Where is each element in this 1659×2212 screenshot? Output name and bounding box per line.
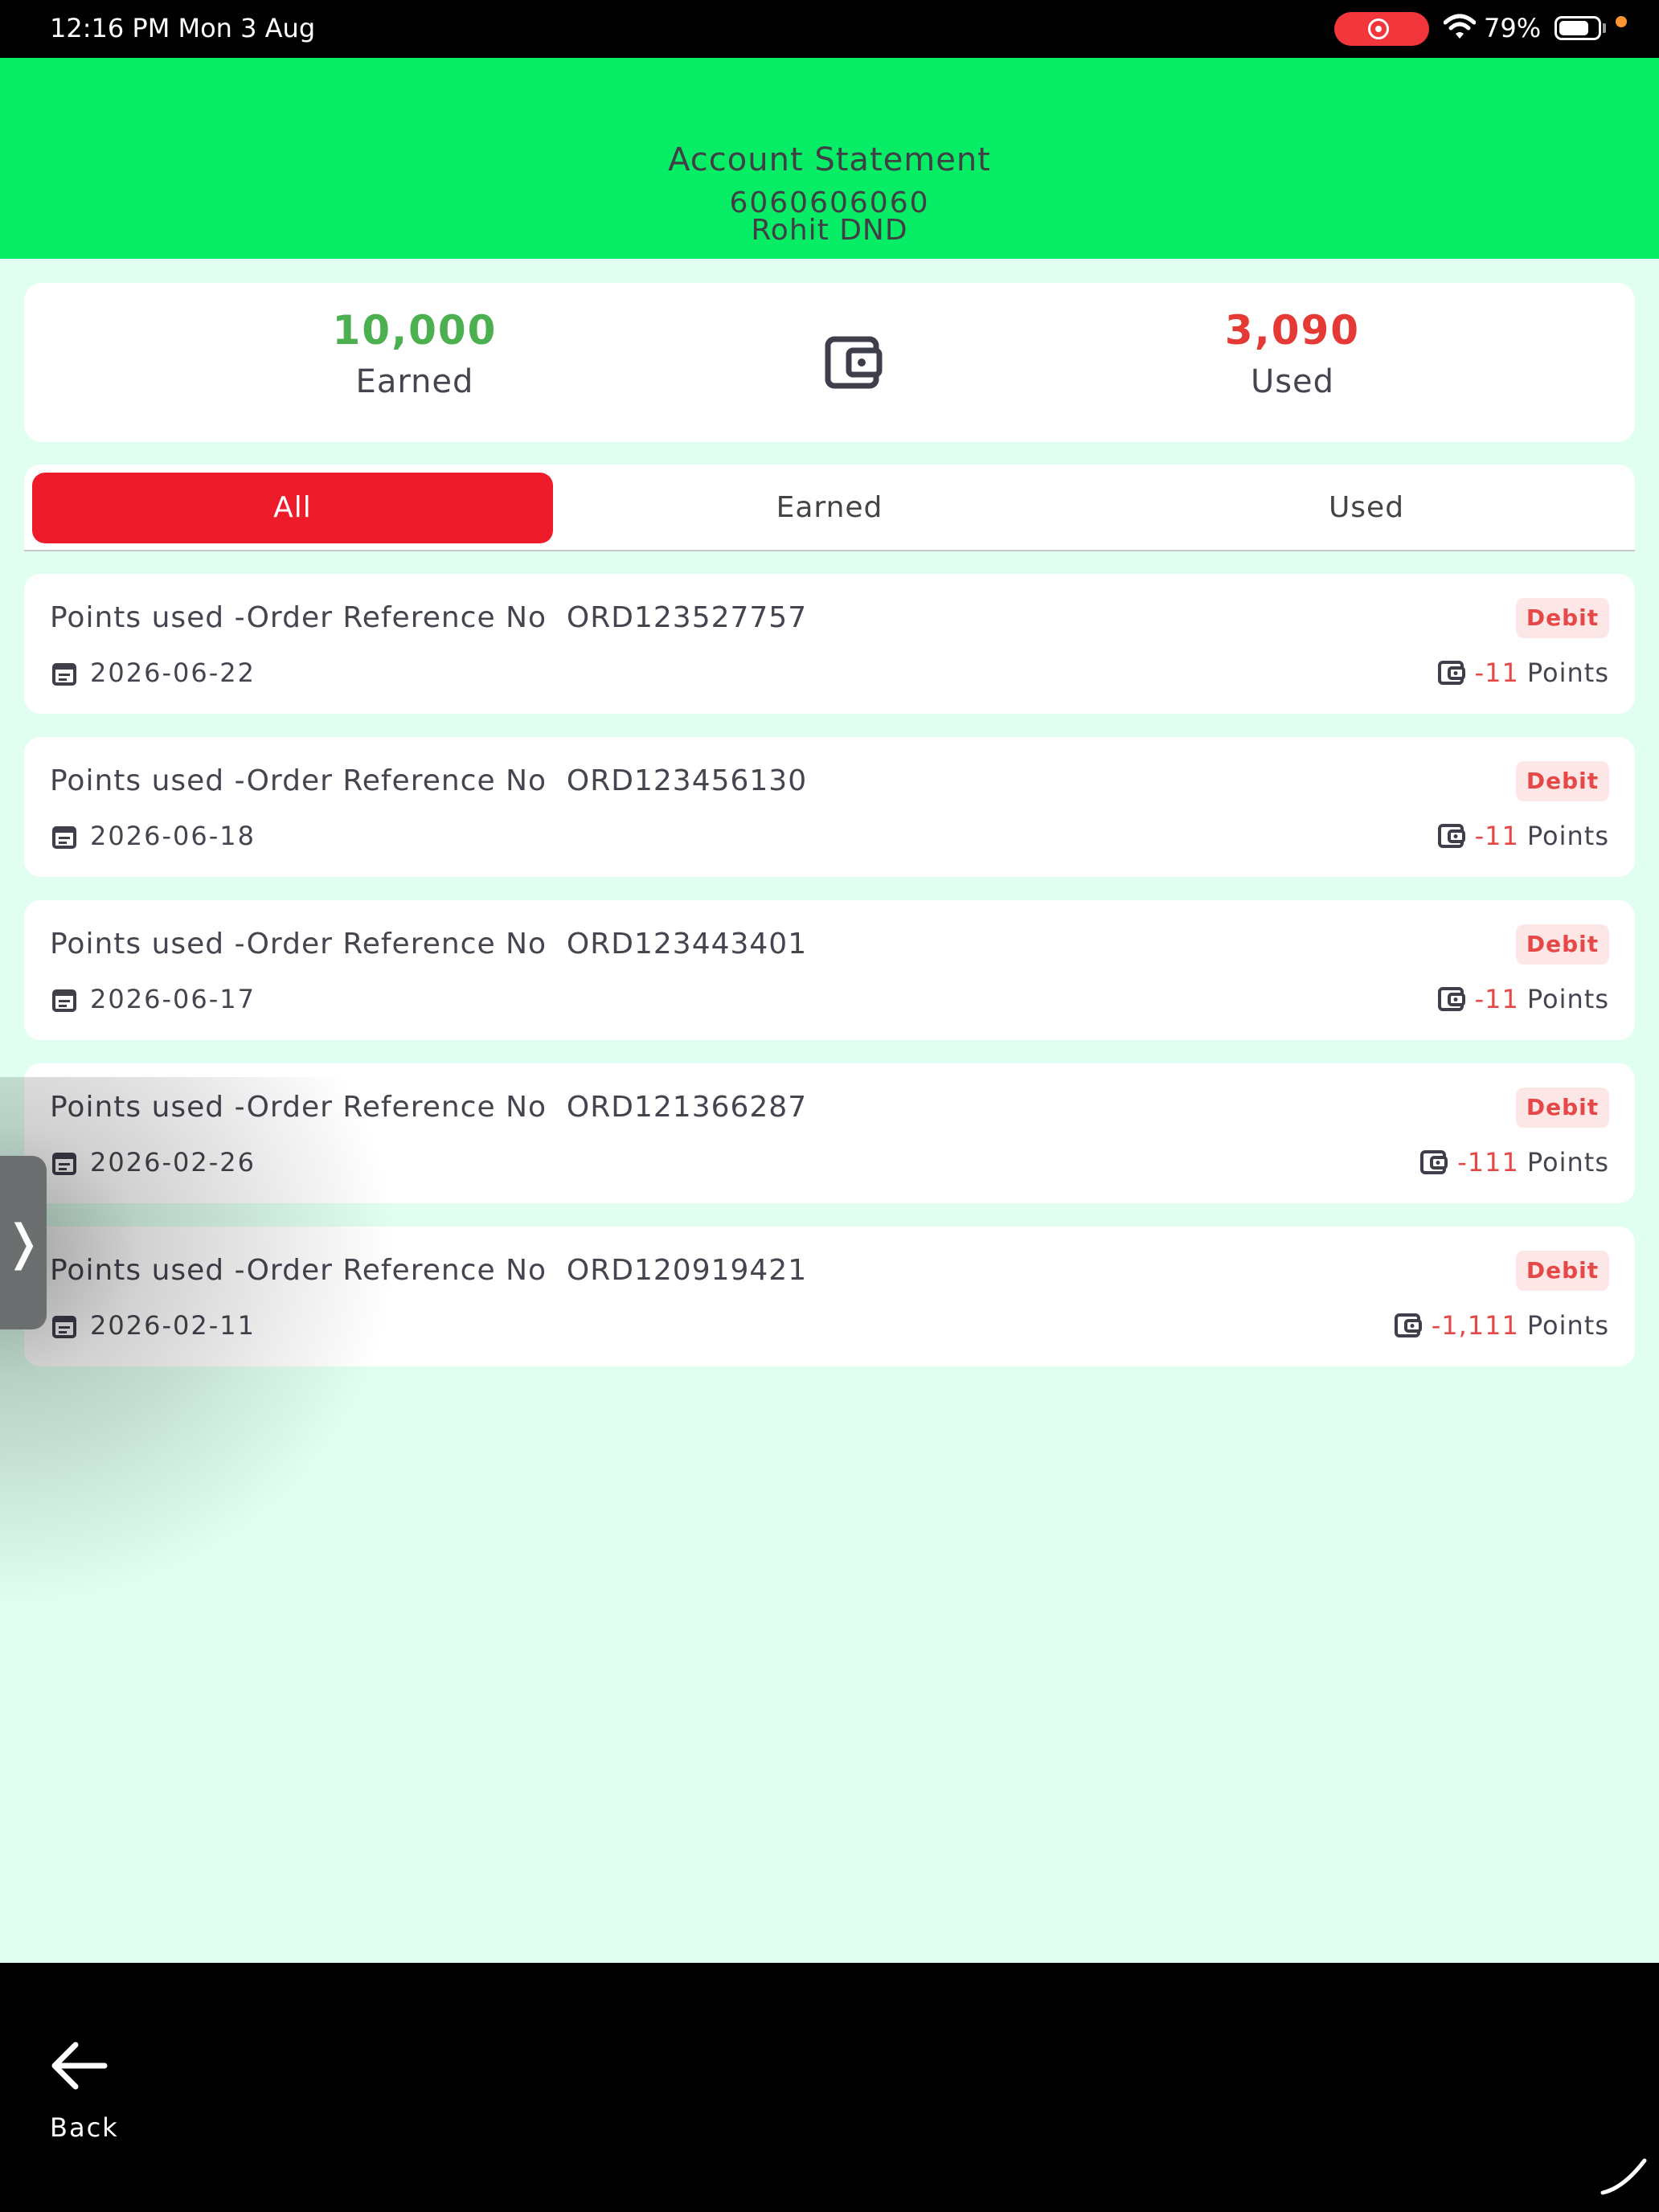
wallet-icon [1437, 661, 1465, 685]
points-amount: -11 [1474, 657, 1519, 688]
transaction-date: 2026-06-22 [90, 657, 256, 688]
points-unit: Points [1526, 1147, 1609, 1178]
transaction-list: Points used -Order Reference No ORD12352… [24, 574, 1635, 1390]
points-amount: -11 [1474, 821, 1519, 851]
battery-percentage: 79% [1484, 13, 1542, 43]
used-value: 3,090 [1224, 307, 1361, 354]
status-bar: 12:16 PM Mon 3 Aug 79% [0, 0, 1659, 58]
wallet-icon [1437, 987, 1465, 1011]
calendar-icon [52, 1153, 76, 1175]
transaction-row[interactable]: Points used -Order Reference No ORD12344… [24, 900, 1635, 1040]
calendar-icon [52, 663, 76, 686]
points-summary-card: 10,000 Earned 3,090 Used [24, 283, 1635, 442]
debit-badge: Debit [1516, 1251, 1609, 1291]
transaction-date: 2026-02-11 [90, 1310, 256, 1341]
transaction-description: Points used -Order Reference No ORD12344… [50, 928, 808, 961]
points-unit: Points [1526, 984, 1609, 1014]
debit-badge: Debit [1516, 924, 1609, 965]
transaction-points: -1,111 Points [1394, 1310, 1609, 1341]
wallet-icon [1394, 1313, 1422, 1337]
calendar-icon [52, 989, 76, 1012]
earned-label: Earned [355, 363, 474, 400]
points-amount: -11 [1474, 984, 1519, 1014]
resize-corner-icon [1600, 2158, 1647, 2195]
transaction-row[interactable]: Points used -Order Reference No ORD12136… [24, 1063, 1635, 1203]
points-amount: -111 [1457, 1147, 1519, 1178]
tab-earned[interactable]: Earned [569, 473, 1090, 543]
transaction-points: -11 Points [1437, 657, 1609, 688]
back-arrow-icon[interactable] [50, 2040, 108, 2091]
calendar-icon [52, 1316, 76, 1338]
used-summary: 3,090 Used [1092, 307, 1493, 400]
wallet-icon [1420, 1150, 1448, 1174]
transaction-points: -11 Points [1437, 821, 1609, 851]
transaction-row[interactable]: Points used -Order Reference No ORD12091… [24, 1227, 1635, 1366]
orange-dot-indicator [1616, 16, 1627, 27]
points-unit: Points [1526, 821, 1609, 851]
transaction-date: 2026-06-17 [90, 984, 256, 1014]
transaction-description: Points used -Order Reference No ORD12352… [50, 601, 808, 634]
transaction-description: Points used -Order Reference No ORD12136… [50, 1091, 808, 1124]
points-unit: Points [1526, 657, 1609, 688]
account-header: Account Statement 6060606060 Rohit DND [0, 58, 1659, 259]
filter-tabs: All Earned Used [24, 465, 1635, 551]
transaction-description: Points used -Order Reference No ORD12345… [50, 764, 808, 797]
used-label: Used [1250, 363, 1335, 400]
earned-value: 10,000 [332, 307, 498, 354]
account-name: Rohit DND [751, 214, 908, 247]
transaction-points: -111 Points [1420, 1147, 1609, 1178]
points-amount: -1,111 [1431, 1310, 1519, 1341]
bottom-bar: Back [0, 1963, 1659, 2212]
debit-badge: Debit [1516, 598, 1609, 638]
transaction-points: -11 Points [1437, 984, 1609, 1014]
status-time: 12:16 PM Mon 3 Aug [50, 13, 316, 43]
debit-badge: Debit [1516, 761, 1609, 801]
transaction-row[interactable]: Points used -Order Reference No ORD12352… [24, 574, 1635, 714]
transaction-row[interactable]: Points used -Order Reference No ORD12345… [24, 737, 1635, 877]
wallet-icon [1437, 824, 1465, 848]
page-title: Account Statement [668, 141, 991, 178]
battery-icon [1555, 16, 1601, 40]
transaction-date: 2026-02-26 [90, 1147, 256, 1178]
battery-tip [1603, 23, 1606, 33]
wallet-icon [825, 336, 883, 389]
tab-used[interactable]: Used [1106, 473, 1627, 543]
transaction-description: Points used -Order Reference No ORD12091… [50, 1254, 808, 1287]
earned-summary: 10,000 Earned [214, 307, 616, 400]
calendar-icon [52, 826, 76, 849]
back-label[interactable]: Back [50, 2112, 119, 2143]
wifi-icon [1444, 14, 1476, 39]
points-unit: Points [1526, 1310, 1609, 1341]
tab-all[interactable]: All [32, 473, 553, 543]
side-panel-handle[interactable]: ❭ [0, 1156, 47, 1329]
debit-badge: Debit [1516, 1088, 1609, 1128]
screen-record-icon[interactable] [1334, 12, 1429, 46]
transaction-date: 2026-06-18 [90, 821, 256, 851]
